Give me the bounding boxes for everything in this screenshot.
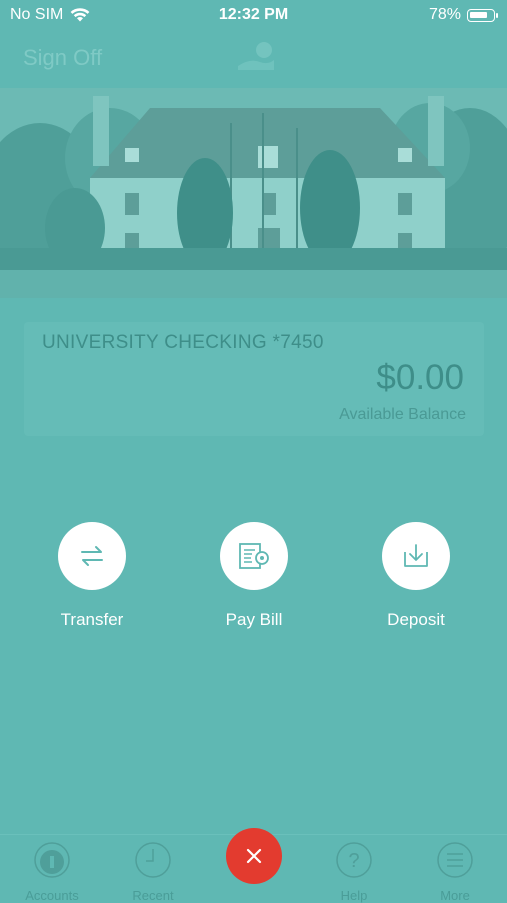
sign-off-button[interactable]: Sign Off	[23, 45, 102, 71]
status-bar: No SIM 12:32 PM 78%	[0, 0, 507, 30]
account-balance: $0.00	[376, 358, 464, 397]
deposit-action[interactable]: Deposit	[346, 522, 486, 630]
tab-accounts[interactable]: Accounts	[2, 841, 102, 903]
building-illustration	[0, 88, 507, 298]
account-card[interactable]: UNIVERSITY CHECKING *7450 $0.00 Availabl…	[24, 322, 484, 436]
deposit-icon	[404, 544, 428, 567]
transfer-button[interactable]	[58, 522, 126, 590]
svg-text:?: ?	[348, 850, 359, 872]
status-right: 78%	[428, 6, 498, 24]
battery-percent: 78%	[428, 6, 461, 23]
tab-recent-label: Recent	[132, 888, 174, 903]
transfer-icon	[81, 546, 103, 566]
close-icon	[246, 848, 262, 864]
account-name: UNIVERSITY CHECKING *7450	[42, 332, 324, 353]
clock-icon	[135, 842, 171, 878]
tab-help-label: Help	[340, 888, 368, 903]
deposit-button[interactable]	[382, 522, 450, 590]
tab-accounts-label: Accounts	[25, 888, 79, 903]
deposit-label: Deposit	[387, 610, 445, 629]
tab-recent[interactable]: Recent	[103, 841, 203, 903]
hero-image	[0, 88, 507, 298]
tab-more[interactable]: More	[405, 841, 505, 903]
menu-icon	[437, 842, 473, 878]
close-button[interactable]	[226, 828, 282, 884]
tab-help[interactable]: ? Help	[304, 841, 404, 903]
bank-logo-icon	[238, 42, 274, 70]
transfer-action[interactable]: Transfer	[22, 522, 162, 630]
app-header: Sign Off	[0, 30, 507, 88]
pay-bill-action[interactable]: Pay Bill	[184, 522, 324, 630]
tab-more-label: More	[440, 888, 470, 903]
battery-icon	[467, 8, 498, 22]
accounts-icon	[34, 842, 70, 878]
pay-bill-button[interactable]	[220, 522, 288, 590]
balance-label: Available Balance	[339, 406, 466, 423]
pay-bill-label: Pay Bill	[225, 610, 283, 629]
help-icon: ?	[336, 842, 372, 878]
transfer-label: Transfer	[60, 610, 124, 629]
pay-bill-icon	[239, 543, 269, 569]
